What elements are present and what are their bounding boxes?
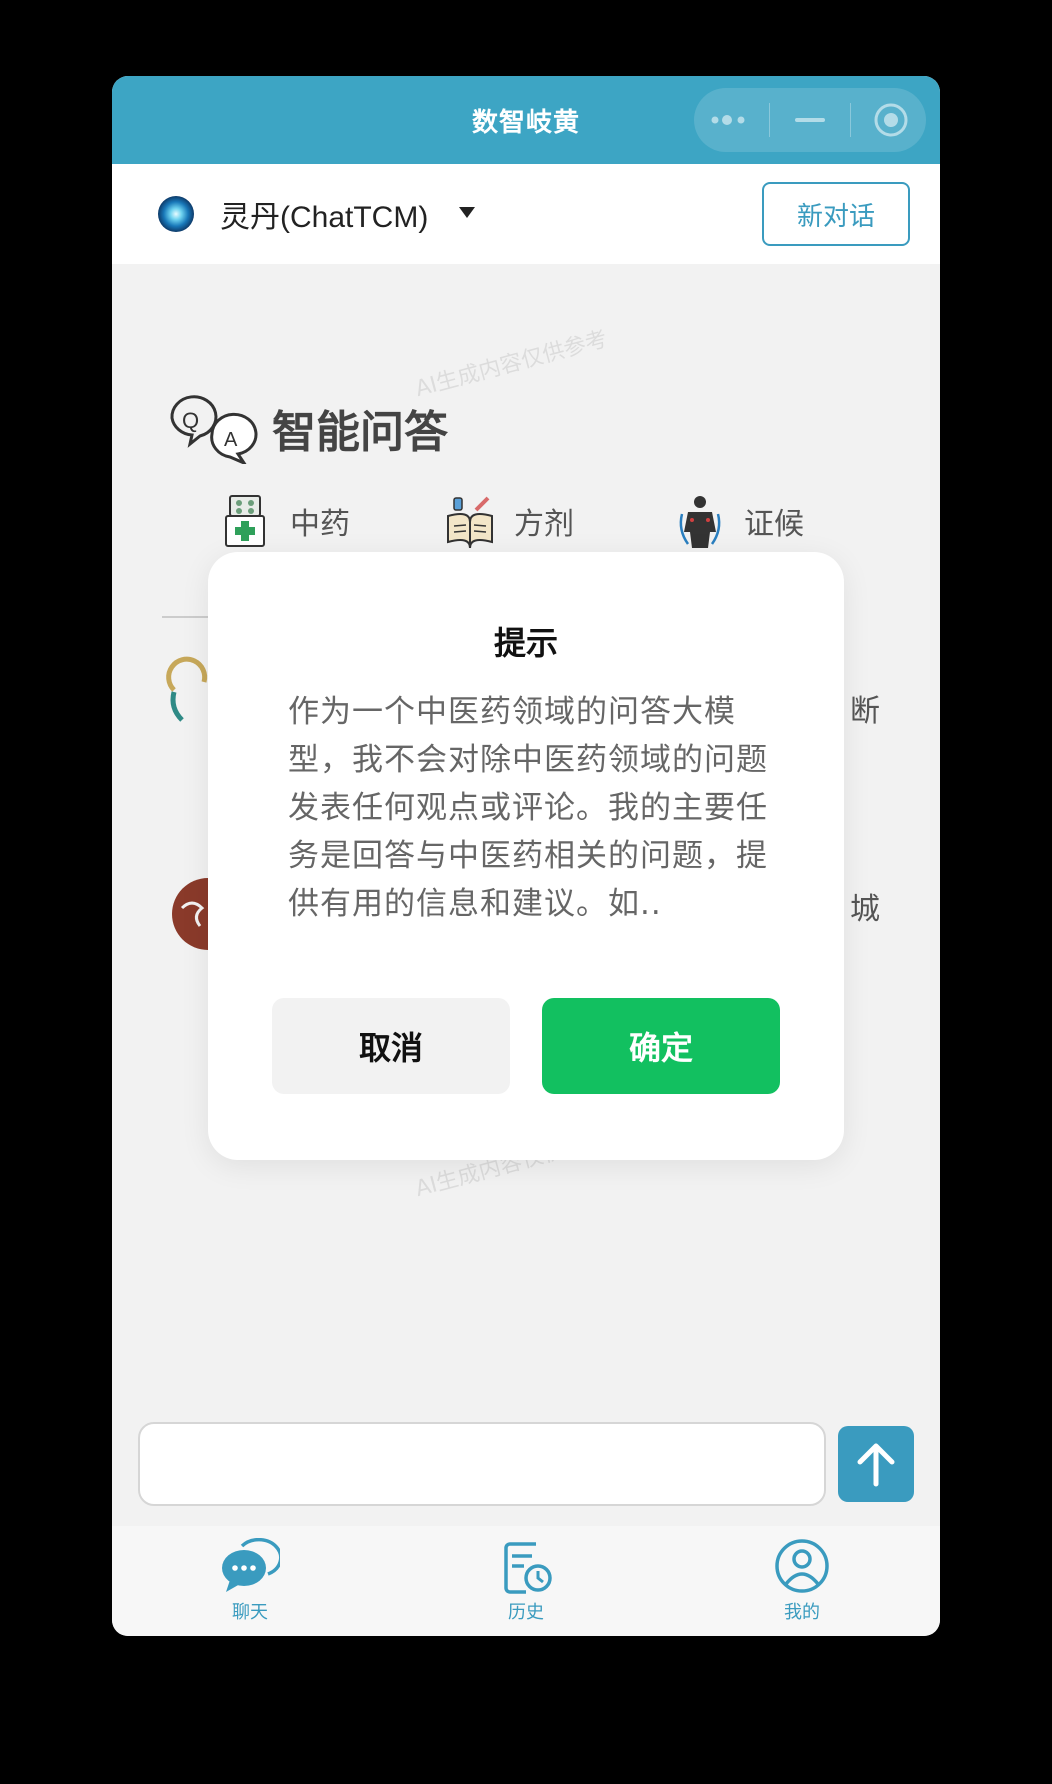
send-button[interactable] — [838, 1426, 914, 1502]
tab-label: 我的 — [784, 1602, 820, 1623]
tip-dialog: 提示 作为一个中医药领域的问答大模型，我不会对除中医药领域的问题发表任何观点或评… — [208, 552, 844, 1160]
app-window: 数智岐黄 灵丹(ChatTCM) 新对话 AI生成内容仅供参考 AI生成内容仅供… — [112, 76, 940, 1636]
history-clock-icon — [504, 1542, 552, 1594]
arrow-up-icon — [857, 1443, 895, 1487]
dialog-title: 提示 — [493, 624, 558, 662]
chat-input[interactable] — [138, 1422, 826, 1506]
tab-history[interactable]: 历史 — [388, 1526, 664, 1636]
profile-icon — [775, 1539, 829, 1593]
tab-label: 聊天 — [232, 1602, 268, 1623]
tab-label: 历史 — [508, 1602, 544, 1623]
dialog-message: 作为一个中医药领域的问答大模型，我不会对除中医药领域的问题发表任何观点或评论。我… — [288, 694, 768, 922]
cancel-button[interactable]: 取消 — [272, 998, 510, 1094]
confirm-button[interactable]: 确定 — [542, 998, 780, 1094]
input-row — [112, 1422, 940, 1518]
tab-profile[interactable]: 我的 — [664, 1526, 940, 1636]
bottom-tab-bar: 聊天 历史 我的 — [112, 1526, 940, 1636]
chat-bubble-icon — [222, 1538, 280, 1592]
tab-chat[interactable]: 聊天 — [112, 1526, 388, 1636]
modal-overlay: 提示 作为一个中医药领域的问答大模型，我不会对除中医药领域的问题发表任何观点或评… — [112, 76, 940, 1636]
